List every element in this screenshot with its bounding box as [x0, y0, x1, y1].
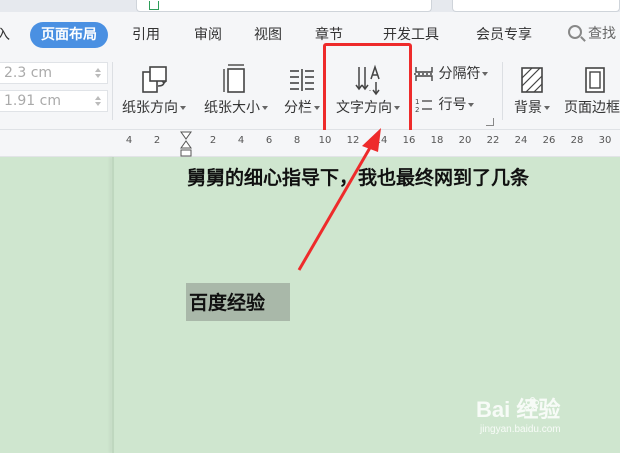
line-number-label: 行号 — [438, 97, 467, 113]
chevron-down-icon — [314, 106, 320, 110]
ruler-tick: 22 — [486, 135, 500, 146]
watermark-url: jingyan.baidu.com — [480, 424, 561, 435]
spin-up-icon[interactable] — [95, 68, 101, 72]
line-number-icon: 1 2 — [415, 98, 432, 114]
horizontal-ruler[interactable]: 4 2 2 4 6 8 10 12 14 16 18 20 22 24 26 2… — [0, 130, 620, 157]
paper-size-button[interactable]: 纸张大小 — [198, 56, 274, 126]
background-button[interactable]: 背景 — [506, 56, 558, 126]
document-tab[interactable] — [136, 0, 432, 12]
ruler-tick: 2 — [209, 135, 217, 146]
menu-review[interactable]: 审阅 — [194, 22, 222, 48]
chevron-down-icon — [482, 72, 489, 76]
ribbon-toolbar: 2.3 cm 1.91 cm 纸张方向 纸张大小 分栏 文字方向 分隔符 1 2… — [0, 56, 620, 130]
paper-size-label: 纸张大小 — [204, 100, 260, 116]
chevron-down-icon — [262, 106, 268, 110]
spin-up-icon[interactable] — [95, 96, 101, 100]
ruler-tick: 28 — [570, 135, 584, 146]
paw-icon: ❀ — [525, 394, 541, 415]
columns-label: 分栏 — [284, 100, 312, 116]
menu-view[interactable]: 视图 — [254, 22, 282, 48]
spin-down-icon[interactable] — [95, 74, 101, 78]
separator-button[interactable]: 分隔符 — [414, 63, 489, 85]
ruler-tick: 24 — [514, 135, 528, 146]
ruler-tick: 12 — [346, 135, 360, 146]
ruler-tick: 14 — [374, 135, 388, 146]
paper-orientation-label: 纸张方向 — [122, 100, 178, 116]
paper-orientation-icon — [142, 66, 167, 93]
svg-text:2: 2 — [415, 106, 419, 113]
ruler-tick: 4 — [125, 135, 133, 146]
page-break-icon — [414, 67, 434, 81]
wps-writer-window: 入 页面布局 引用 审阅 视图 章节 开发工具 会员专享 查找 2.3 cm 1… — [0, 0, 620, 453]
document-text-line[interactable]: 舅舅的细心指导下，我也最终网到了几条 — [187, 163, 529, 190]
page-left-edge — [112, 157, 114, 453]
margin-bottom-input[interactable]: 1.91 cm — [0, 90, 108, 112]
ruler-tick: 18 — [430, 135, 444, 146]
chevron-down-icon — [468, 103, 475, 107]
margin-top-value: 2.3 cm — [4, 65, 53, 81]
page-border-button[interactable]: 页面边框 — [560, 56, 620, 126]
chevron-down-icon — [544, 106, 550, 110]
document-tab-2[interactable] — [452, 0, 620, 12]
columns-button[interactable]: 分栏 — [278, 56, 326, 126]
background-icon — [521, 67, 543, 93]
selected-text[interactable]: 百度经验 — [189, 288, 265, 315]
margin-top-input[interactable]: 2.3 cm — [0, 62, 108, 84]
background-label: 背景 — [514, 100, 542, 116]
ruler-tick: 6 — [265, 135, 273, 146]
baidu-watermark: Bai 经验 ❀ jingyan.baidu.com — [476, 392, 620, 442]
search-icon — [568, 25, 582, 39]
ruler-tick: 2 — [153, 135, 161, 146]
menu-references[interactable]: 引用 — [132, 22, 160, 48]
ribbon-separator — [502, 62, 503, 120]
ruler-tick: 20 — [458, 135, 472, 146]
dialog-launcher-icon[interactable] — [486, 118, 494, 126]
separator-label: 分隔符 — [438, 66, 481, 82]
text-direction-highlight — [323, 43, 412, 138]
watermark-brand: Bai 经验 — [476, 397, 561, 422]
menu-member[interactable]: 会员专享 — [476, 22, 532, 48]
menu-bar: 入 页面布局 引用 审阅 视图 章节 开发工具 会员专享 查找 — [0, 12, 620, 56]
svg-text:1: 1 — [415, 98, 419, 106]
chevron-down-icon — [180, 106, 186, 110]
paper-size-icon — [223, 64, 245, 93]
page-border-label: 页面边框 — [564, 100, 620, 116]
menu-page-layout[interactable]: 页面布局 — [30, 22, 108, 48]
ruler-tick: 30 — [598, 135, 612, 146]
columns-icon — [290, 69, 314, 91]
margin-bottom-value: 1.91 cm — [4, 93, 61, 109]
ruler-tick: 16 — [402, 135, 416, 146]
ruler-tick: 10 — [318, 135, 332, 146]
menu-insert[interactable]: 入 — [0, 22, 10, 48]
search-label: 查找 — [588, 26, 616, 42]
line-number-button[interactable]: 1 2 行号 — [414, 94, 475, 116]
spin-down-icon[interactable] — [95, 102, 101, 106]
doc-icon — [149, 1, 159, 10]
page-border-icon — [585, 67, 605, 93]
search-box[interactable]: 查找 — [568, 23, 620, 45]
document-tab-strip — [0, 0, 620, 12]
indent-marker-icon[interactable] — [180, 131, 192, 157]
paper-orientation-button[interactable]: 纸张方向 — [116, 56, 192, 126]
ruler-tick: 26 — [542, 135, 556, 146]
ruler-tick: 4 — [237, 135, 245, 146]
ruler-tick: 8 — [293, 135, 301, 146]
ribbon-separator — [112, 62, 113, 120]
